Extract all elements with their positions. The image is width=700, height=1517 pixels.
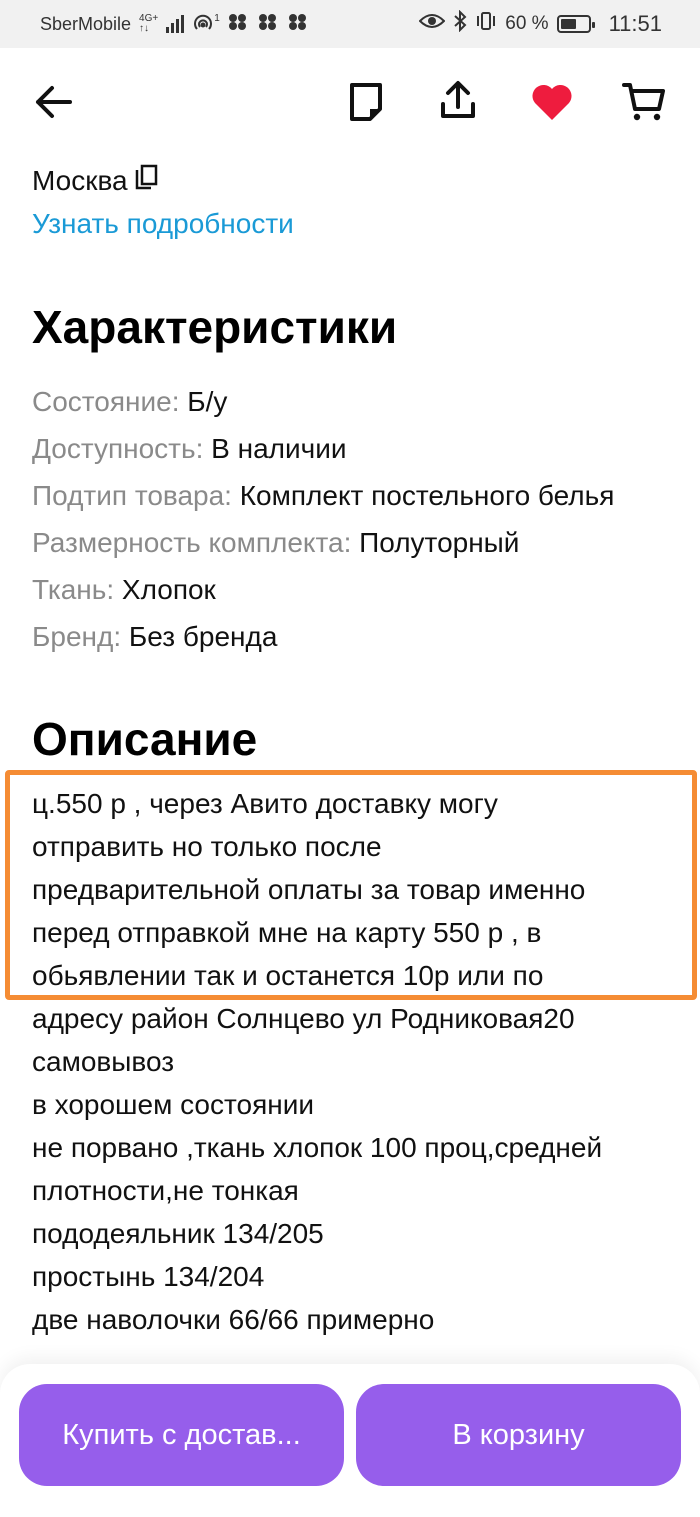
hotspot-count: 1 (214, 13, 220, 24)
spec-key: Подтип товара: (32, 480, 232, 511)
status-bar-left: SberMobile 4G+ ↑↓ 1 (40, 13, 312, 36)
clock: 11:51 (608, 11, 662, 36)
network-type: 4G+ ↑↓ (139, 14, 158, 34)
add-to-cart-button[interactable]: В корзину (356, 1384, 681, 1486)
spec-key: Бренд: (32, 621, 122, 652)
arrow-left-icon (36, 86, 72, 118)
bluetooth-icon (453, 9, 467, 38)
copy-button[interactable] (134, 164, 158, 197)
top-toolbar (0, 48, 700, 160)
note-icon (350, 83, 382, 121)
spec-value: Комплект постельного белья (239, 480, 615, 511)
highlight-annotation-box (5, 770, 697, 1000)
spec-row-availability: Доступность: В наличии (32, 425, 614, 472)
cart-icon (622, 83, 665, 121)
bottom-action-bar: Купить с достав... В корзину (0, 1364, 700, 1517)
eye-icon (418, 12, 446, 36)
city-name: Москва (32, 164, 128, 196)
favorite-button[interactable] (524, 74, 580, 130)
spec-value: В наличии (211, 433, 347, 464)
location: Москва (32, 164, 158, 197)
spec-key: Состояние: (32, 386, 180, 417)
battery-icon (556, 15, 595, 33)
specs-list: Состояние: Б/у Доступность: В наличии По… (32, 378, 614, 660)
back-button[interactable] (26, 74, 82, 130)
spec-key: Размерность комплекта: (32, 527, 352, 558)
carrier-name: SberMobile (40, 13, 132, 34)
description-line: адресу район Солнцево ул Родниковая20 (32, 1003, 575, 1034)
spec-key: Ткань: (32, 574, 115, 605)
description-line: не порвано ,ткань хлопок 100 проц,средне… (32, 1132, 603, 1163)
share-icon (441, 81, 475, 118)
notification-icons (228, 13, 312, 36)
network-activity: ↑↓ (139, 23, 150, 34)
status-bar: SberMobile 4G+ ↑↓ 1 60 % 11:51 (0, 0, 700, 48)
spec-row-fabric: Ткань: Хлопок (32, 566, 614, 613)
description-line: две наволочки 66/66 примерно (32, 1304, 435, 1335)
buy-with-delivery-button[interactable]: Купить с достав... (19, 1384, 344, 1486)
spec-row-size: Размерность комплекта: Полуторный (32, 519, 614, 566)
spec-value: Хлопок (121, 574, 216, 605)
hotspot-icon: 1 (192, 14, 220, 34)
spec-value: Без бренда (128, 621, 278, 652)
battery-percent: 60 % (505, 13, 549, 34)
share-button[interactable] (430, 72, 486, 128)
details-link[interactable]: Узнать подробности (32, 208, 294, 240)
note-button[interactable] (338, 74, 394, 130)
description-line: пододеяльник 134/205 (32, 1218, 324, 1249)
specs-title: Характеристики (32, 301, 398, 353)
spec-row-subtype: Подтип товара: Комплект постельного бель… (32, 472, 614, 519)
spec-row-brand: Бренд: Без бренда (32, 613, 614, 660)
cart-button[interactable] (616, 74, 672, 130)
spec-key: Доступность: (32, 433, 204, 464)
spec-value: Полуторный (359, 527, 520, 558)
spec-value: Б/у (187, 386, 228, 417)
description-line: простынь 134/204 (32, 1261, 265, 1292)
description-title: Описание (32, 713, 258, 765)
signal-icon (166, 15, 185, 33)
description-line: самовывоз (32, 1046, 175, 1077)
status-bar-right: 60 % 11:51 (418, 9, 662, 38)
spec-row-condition: Состояние: Б/у (32, 378, 614, 425)
heart-icon (532, 84, 572, 120)
description-line: в хорошем состоянии (32, 1089, 314, 1120)
description-line: плотности,не тонкая (32, 1175, 299, 1206)
vibrate-icon (475, 11, 497, 37)
copy-icon (135, 164, 157, 190)
